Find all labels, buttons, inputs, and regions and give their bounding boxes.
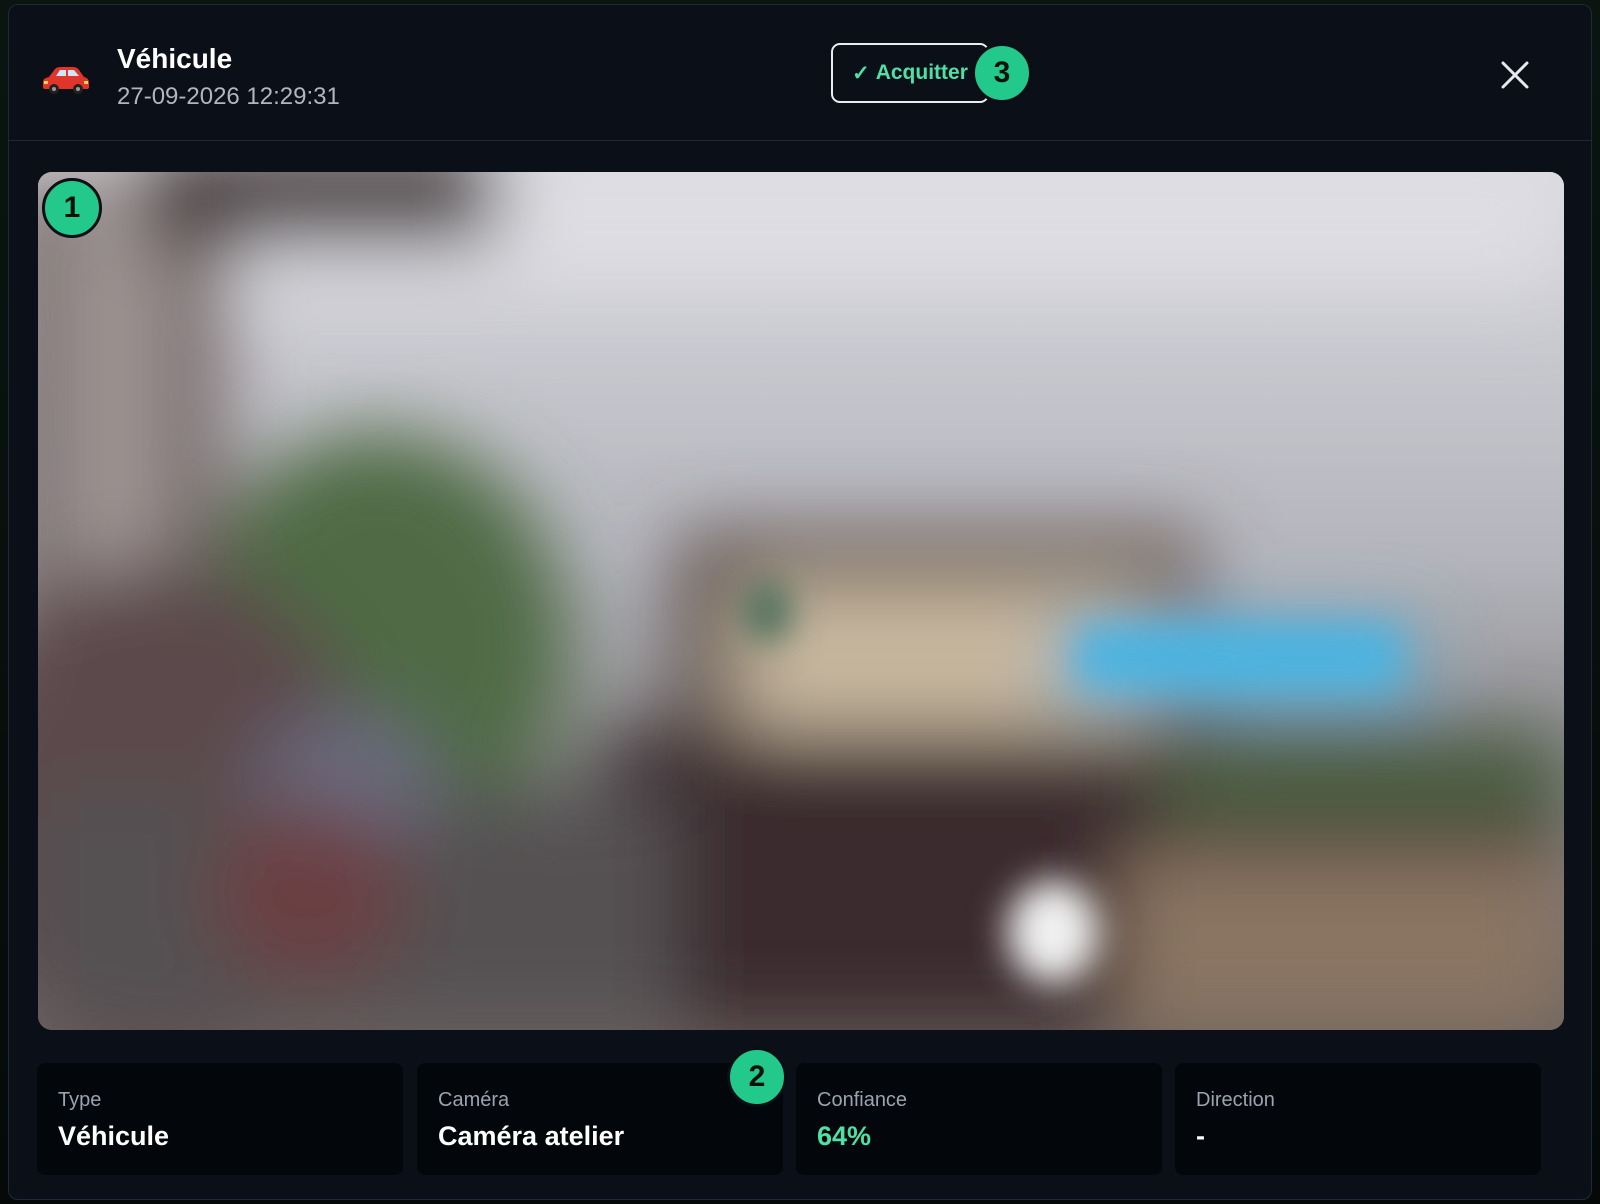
- checkmark-icon: ✓: [852, 61, 870, 85]
- event-title: Véhicule: [117, 43, 233, 74]
- close-button[interactable]: [1495, 55, 1535, 95]
- acknowledge-button[interactable]: ✓ Acquitter: [831, 43, 989, 103]
- detail-card-confidence: Confiance 64%: [796, 1063, 1162, 1175]
- blurred-scene-image: [38, 172, 1564, 1030]
- close-icon: [1501, 61, 1529, 89]
- acknowledge-label: Acquitter: [875, 61, 968, 84]
- modal-header: Véhicule 27-09-2026 12:29:31 ✓ Acquitter…: [9, 5, 1591, 141]
- detail-card-direction: Direction -: [1175, 1063, 1541, 1175]
- detail-label: Direction: [1196, 1089, 1275, 1111]
- car-icon: [43, 67, 89, 94]
- confidence-value: 64%: [817, 1121, 872, 1151]
- event-timestamp: 27-09-2026 12:29:31: [117, 83, 340, 110]
- annotation-badge-1: 1: [42, 178, 102, 238]
- detail-card-type: Type Véhicule: [37, 1063, 403, 1175]
- detail-value: Véhicule: [58, 1121, 170, 1151]
- annotation-badge-3: 3: [972, 43, 1032, 103]
- annotation-badge-2: 2: [727, 1047, 787, 1107]
- detail-label: Type: [58, 1089, 102, 1111]
- detail-value: -: [1196, 1121, 1205, 1151]
- detail-label: Confiance: [817, 1089, 908, 1111]
- camera-snapshot[interactable]: 1: [38, 172, 1564, 1030]
- detail-label: Caméra: [438, 1089, 510, 1111]
- detail-value: Caméra atelier: [438, 1121, 625, 1151]
- detection-modal: Véhicule 27-09-2026 12:29:31 ✓ Acquitter…: [8, 4, 1592, 1200]
